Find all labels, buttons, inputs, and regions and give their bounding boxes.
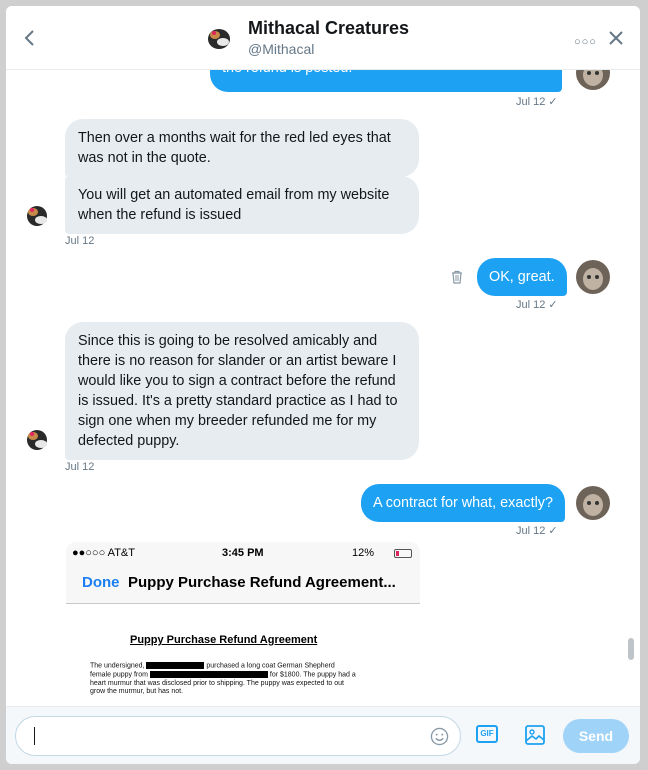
outgoing-message[interactable]: OK, great. [477, 258, 567, 296]
battery-icon [394, 549, 412, 558]
dm-modal: Mithacal Creatures @Mithacal ○○○ the ref… [6, 6, 640, 764]
scrollbar[interactable] [628, 638, 634, 660]
phone-time: 3:45 PM [222, 547, 264, 559]
send-button[interactable]: Send [563, 719, 629, 753]
redaction [146, 662, 205, 669]
image-icon[interactable] [524, 724, 546, 746]
incoming-message[interactable]: Then over a months wait for the red led … [65, 119, 419, 177]
trash-icon[interactable] [450, 270, 464, 284]
avatar [576, 70, 610, 90]
emoji-icon[interactable] [430, 727, 449, 746]
back-arrow-icon[interactable] [20, 28, 40, 48]
message-timestamp: Jul 12 ✓ [516, 299, 558, 311]
carrier-status: ●●○○○ AT&T [72, 547, 135, 559]
document-body: The undersigned, purchased a long coat G… [90, 662, 356, 696]
outgoing-message[interactable]: A contract for what, exactly? [361, 484, 565, 522]
contact-name[interactable]: Mithacal Creatures [248, 18, 409, 39]
battery-level: 12% [352, 547, 375, 559]
message-list: the refund is posted. Jul 12 ✓ Then over… [6, 70, 640, 706]
document-title: Puppy Purchase Refund Agreement... [128, 574, 396, 591]
text-caret [34, 727, 35, 745]
done-button: Done [82, 574, 120, 591]
message-input[interactable] [15, 716, 461, 756]
document-heading: Puppy Purchase Refund Agreement [130, 634, 318, 646]
avatar [20, 422, 54, 456]
avatar[interactable] [201, 20, 237, 56]
incoming-message[interactable]: Since this is going to be resolved amica… [65, 322, 419, 460]
message-timestamp: Jul 12 [65, 235, 95, 247]
avatar [576, 260, 610, 294]
phone-navbar: ●●○○○ AT&T 3:45 PM 12% Done Puppy Purcha… [66, 542, 420, 604]
message-timestamp: Jul 12 [65, 461, 95, 473]
more-icon[interactable]: ○○○ [574, 36, 597, 48]
incoming-message[interactable]: You will get an automated email from my … [65, 176, 419, 234]
message-timestamp: Jul 12 ✓ [516, 96, 558, 108]
message-timestamp: Jul 12 ✓ [516, 525, 558, 537]
contact-handle[interactable]: @Mithacal [248, 41, 314, 57]
avatar [576, 486, 610, 520]
image-attachment[interactable]: ●●○○○ AT&T 3:45 PM 12% Done Puppy Purcha… [66, 542, 420, 706]
close-icon[interactable] [608, 30, 624, 46]
message-composer: GIF Send [6, 706, 640, 764]
gif-icon[interactable]: GIF [476, 725, 498, 743]
conversation-header: Mithacal Creatures @Mithacal ○○○ [6, 6, 640, 70]
avatar [20, 198, 54, 232]
outgoing-message[interactable]: the refund is posted. [210, 70, 562, 92]
redaction [149, 670, 268, 678]
